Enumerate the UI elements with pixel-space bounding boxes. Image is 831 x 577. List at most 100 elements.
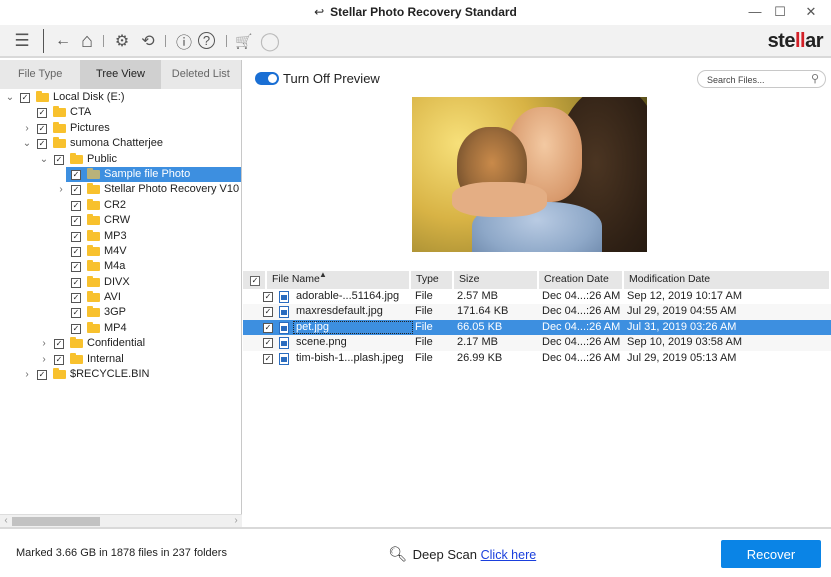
settings-icon[interactable]: ⚙ <box>111 30 133 52</box>
tree-checkbox[interactable]: ✓ <box>71 246 81 257</box>
cell-modification-date: Jul 31, 2019 03:26 AM <box>627 320 737 333</box>
tree-node[interactable]: ✓ CTA <box>0 105 241 120</box>
tree-node-label: Confidential <box>87 337 146 350</box>
tree-checkbox[interactable]: ✓ <box>37 139 47 150</box>
back-icon[interactable]: ← <box>52 30 74 52</box>
cell-file-name: adorable-...51164.jpg <box>296 290 400 302</box>
tree-node[interactable]: ✓ 3GP <box>0 305 241 320</box>
maximize-button[interactable]: ☐ <box>765 3 795 21</box>
tree-checkbox[interactable]: ✓ <box>71 185 81 196</box>
folder-icon <box>87 306 100 318</box>
deep-scan-link[interactable]: Click here <box>481 548 537 562</box>
help-icon[interactable]: ? <box>198 32 215 49</box>
row-checkbox[interactable]: ✓ <box>263 322 273 333</box>
tree-node[interactable]: ✓ MP4 <box>0 321 241 336</box>
table-row[interactable]: ✓ tim-bish-1...plash.jpeg File 26.99 KB Dec … <box>243 351 831 366</box>
tree-checkbox[interactable]: ✓ <box>37 108 47 119</box>
chevron-down-icon[interactable]: ⌄ <box>5 90 15 105</box>
tree-checkbox[interactable]: ✓ <box>37 123 47 134</box>
folder-icon <box>87 183 100 195</box>
home-icon[interactable]: ⌂ <box>76 30 98 52</box>
column-modification-date[interactable]: Modification Date <box>624 271 831 289</box>
select-all-checkbox[interactable]: ✓ <box>250 276 260 286</box>
scroll-right-icon[interactable]: › <box>230 515 242 527</box>
cell-size: 171.64 KB <box>457 305 509 318</box>
preview-toggle[interactable] <box>255 72 279 85</box>
tree-node[interactable]: › ✓ Stellar Photo Recovery V10 <box>0 182 241 197</box>
tree-node[interactable]: ✓ CRW <box>0 213 241 228</box>
preview-toggle-label: Turn Off Preview <box>283 71 380 86</box>
tree-node[interactable]: ⌄ ✓ sumona Chatterjee <box>0 136 241 151</box>
tree-node[interactable]: › ✓ Confidential <box>0 336 241 351</box>
tree-checkbox[interactable]: ✓ <box>37 370 47 381</box>
chevron-right-icon[interactable]: › <box>39 352 49 367</box>
tree-checkbox[interactable]: ✓ <box>71 262 81 273</box>
toolbar-divider <box>165 35 166 47</box>
account-icon[interactable]: ◯ <box>259 30 281 52</box>
table-row[interactable]: ✓ pet.jpg File 66.05 KB Dec 04...:26 AM Jul 3… <box>243 319 831 336</box>
table-row[interactable]: ✓ scene.png File 2.17 MB Dec 04...:26 AM Sep … <box>243 335 831 351</box>
search-input[interactable] <box>707 73 802 86</box>
table-row[interactable]: ✓ adorable-...51164.jpg File 2.57 MB Dec 04.… <box>243 289 831 304</box>
row-checkbox[interactable]: ✓ <box>263 338 273 349</box>
tree-node[interactable]: ✓ MP3 <box>0 229 241 244</box>
tree-checkbox[interactable]: ✓ <box>71 293 81 304</box>
horizontal-scrollbar[interactable]: ‹ › <box>0 514 242 527</box>
tree-checkbox[interactable]: ✓ <box>54 339 64 350</box>
tree-node[interactable]: › ✓ $RECYCLE.BIN <box>0 367 241 382</box>
info-icon[interactable]: ⓘ <box>173 30 195 52</box>
tree-node[interactable]: ✓ Sample file Photo <box>0 166 241 183</box>
chevron-down-icon[interactable]: ⌄ <box>22 136 32 151</box>
tree-node[interactable]: ⌄ ✓ Local Disk (E:) <box>0 90 241 105</box>
tree-node[interactable]: ✓ CR2 <box>0 198 241 213</box>
search-icon[interactable]: ⚲ <box>811 72 819 85</box>
table-row[interactable]: ✓ maxresdefault.jpg File 171.64 KB Dec 04...… <box>243 304 831 320</box>
row-checkbox[interactable]: ✓ <box>263 353 273 364</box>
chevron-down-icon[interactable]: ⌄ <box>39 152 49 167</box>
column-type[interactable]: Type <box>411 271 454 289</box>
tree-node[interactable]: ✓ M4a <box>0 259 241 274</box>
row-checkbox[interactable]: ✓ <box>263 292 273 302</box>
tree-node[interactable]: › ✓ Pictures <box>0 121 241 136</box>
tree-checkbox[interactable]: ✓ <box>71 231 81 242</box>
tree-checkbox[interactable]: ✓ <box>71 169 81 180</box>
tree-node-label: M4a <box>104 260 126 273</box>
menu-icon[interactable]: ☰ <box>11 30 33 52</box>
tree-checkbox[interactable]: ✓ <box>54 354 64 365</box>
image-file-icon <box>279 352 289 365</box>
tree-node[interactable]: ✓ M4V <box>0 244 241 259</box>
tree-node[interactable]: ✓ DIVX <box>0 275 241 290</box>
tree-checkbox[interactable]: ✓ <box>54 154 64 165</box>
tree-checkbox[interactable]: ✓ <box>71 200 81 211</box>
row-checkbox[interactable]: ✓ <box>263 307 273 318</box>
cell-creation-date: Dec 04...:26 AM <box>542 320 621 333</box>
chevron-right-icon[interactable]: › <box>56 182 66 197</box>
tree-node-label: Sample file Photo <box>104 167 191 180</box>
resume-recovery-icon[interactable]: ⟲ <box>137 30 159 52</box>
tree-node[interactable]: › ✓ Internal <box>0 352 241 367</box>
tree-node[interactable]: ⌄ ✓ Public <box>0 152 241 167</box>
chevron-right-icon[interactable]: › <box>22 121 32 136</box>
title-bar: ↩ Stellar Photo Recovery Standard — ☐ ✕ <box>0 0 831 25</box>
tree-checkbox[interactable]: ✓ <box>71 308 81 319</box>
cart-icon[interactable]: 🛒 <box>233 30 255 52</box>
recover-button[interactable]: Recover <box>721 540 821 568</box>
column-creation-date[interactable]: Creation Date <box>539 271 624 289</box>
scroll-left-icon[interactable]: ‹ <box>0 515 12 527</box>
tree-checkbox[interactable]: ✓ <box>20 93 30 103</box>
scrollbar-thumb[interactable] <box>12 517 100 526</box>
chevron-right-icon[interactable]: › <box>22 367 32 382</box>
tab-tree-view[interactable]: Tree View <box>80 60 161 89</box>
cell-creation-date: Dec 04...:26 AM <box>542 351 621 364</box>
tree-node[interactable]: ✓ AVI <box>0 290 241 305</box>
chevron-right-icon[interactable]: › <box>39 336 49 351</box>
tree-checkbox[interactable]: ✓ <box>71 277 81 288</box>
search-files[interactable]: ⚲ <box>697 70 826 88</box>
close-button[interactable]: ✕ <box>796 3 826 21</box>
column-size[interactable]: Size <box>454 271 539 289</box>
tree-checkbox[interactable]: ✓ <box>71 216 81 227</box>
column-file-name[interactable]: File Name ▲ <box>267 270 411 289</box>
tree-checkbox[interactable]: ✓ <box>71 323 81 334</box>
tab-deleted-list[interactable]: Deleted List <box>161 60 241 89</box>
tab-file-type[interactable]: File Type <box>0 60 80 89</box>
